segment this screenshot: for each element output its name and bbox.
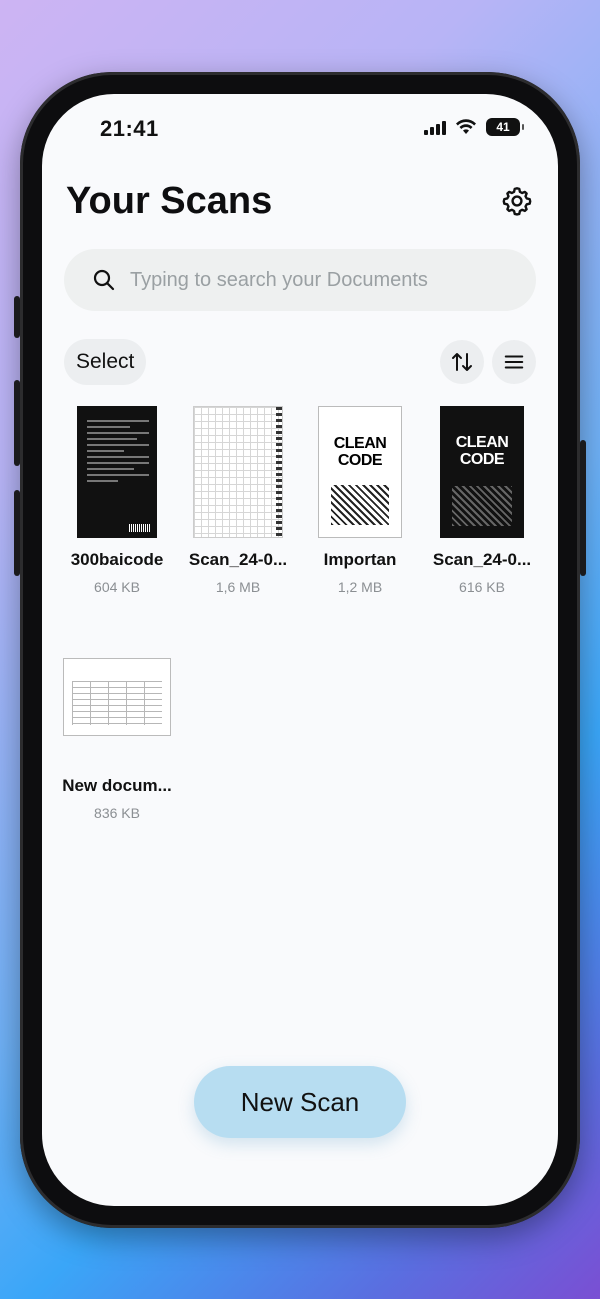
search-input[interactable] (130, 268, 510, 292)
document-item[interactable]: CLEAN CODE Scan_24-0... 616 KB (427, 406, 537, 595)
cover-title: CLEAN CODE (455, 434, 509, 468)
list-view-button[interactable] (492, 340, 536, 384)
mute-switch (14, 296, 20, 338)
volume-up-button (14, 380, 20, 466)
document-name: Scan_24-0... (188, 550, 288, 569)
document-thumbnail: CLEAN CODE (318, 406, 402, 538)
document-size: 1,2 MB (337, 579, 383, 595)
document-thumbnail (63, 658, 171, 736)
document-thumbnail (193, 406, 283, 538)
document-size: 604 KB (94, 579, 140, 595)
document-item[interactable]: CLEAN CODE Importan 1,2 MB (305, 406, 415, 595)
wifi-icon (456, 119, 476, 134)
search-bar[interactable] (64, 249, 536, 311)
new-scan-button[interactable]: New Scan (194, 1066, 406, 1138)
status-icons: 41 (424, 118, 524, 136)
page-title: Your Scans (66, 180, 273, 222)
document-item[interactable]: 300baicode 604 KB (62, 406, 172, 595)
cellular-signal-icon (424, 119, 446, 135)
power-button (580, 440, 586, 576)
app-screen: 21:41 41 Your Scans Select (42, 94, 558, 1206)
document-item[interactable]: New docum... 836 KB (62, 658, 172, 821)
sort-button[interactable] (440, 340, 484, 384)
document-thumbnail (77, 406, 157, 538)
menu-lines-icon (504, 355, 524, 369)
status-time: 21:41 (100, 116, 159, 141)
battery-level: 41 (496, 120, 510, 134)
document-thumbnail: CLEAN CODE (440, 406, 524, 538)
gear-icon (502, 187, 532, 216)
document-name: Importan (323, 550, 397, 569)
document-item[interactable]: Scan_24-0... 1,6 MB (183, 406, 293, 595)
settings-button[interactable] (500, 184, 534, 218)
battery-icon: 41 (486, 118, 524, 136)
cover-title: CLEAN CODE (333, 435, 387, 469)
select-button[interactable]: Select (64, 339, 147, 385)
document-size: 616 KB (459, 579, 505, 595)
document-name: New docum... (62, 776, 172, 795)
volume-down-button (14, 490, 20, 576)
document-size: 836 KB (94, 805, 140, 821)
sort-arrows-icon (452, 353, 472, 371)
status-bar: 21:41 41 (42, 94, 558, 164)
document-size: 1,6 MB (215, 579, 261, 595)
search-icon (93, 269, 115, 291)
document-name: Scan_24-0... (432, 550, 532, 569)
document-name: 300baicode (70, 550, 164, 569)
